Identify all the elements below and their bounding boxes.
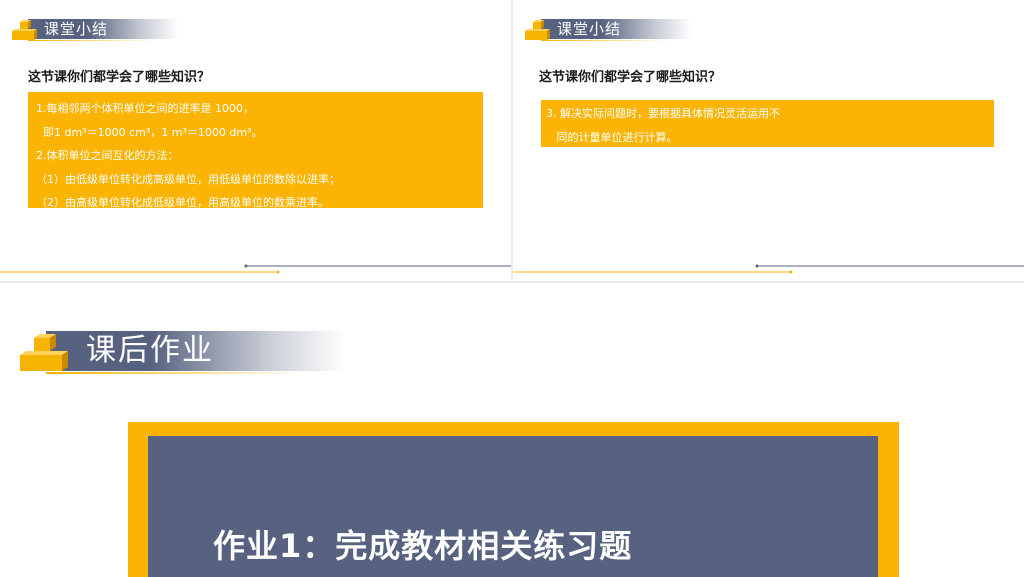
homework-slide[interactable]: 课后作业 作业1：完成教材相关练习题 — [0, 283, 1024, 577]
footer-decoration — [513, 264, 1024, 274]
summary-line: 1.每相邻两个体积单位之间的进率是 1000， — [36, 102, 254, 115]
header-underline — [46, 372, 306, 374]
summary-slide-2[interactable]: 课堂小结 这节课你们都学会了哪些知识？ 3. 解决实际问题时，要根据具体情况灵活… — [513, 0, 1024, 281]
summary-slide-1[interactable]: 课堂小结 这节课你们都学会了哪些知识？ 1.每相邻两个体积单位之间的进率是 10… — [0, 0, 511, 281]
section-header: 课堂小结 — [525, 17, 691, 41]
stacked-cubes-icon — [525, 20, 550, 40]
section-title: 课堂小结 — [44, 20, 109, 38]
stacked-cubes-icon — [12, 20, 37, 40]
question-text: 这节课你们都学会了哪些知识？ — [28, 70, 211, 85]
summary-box: 1.每相邻两个体积单位之间的进率是 1000， 即1 dm³＝1000 cm³，… — [28, 92, 483, 209]
summary-line: 即1 dm³＝1000 cm³，1 m³＝1000 dm³。 — [36, 125, 263, 139]
section-title: 课后作业 — [86, 333, 214, 368]
summary-box: 3. 解决实际问题时，要根据具体情况灵活运用不 同的计量单位进行计算。 — [541, 100, 994, 147]
header-underline — [541, 40, 671, 41]
summary-line: 同的计量单位进行计算。 — [546, 130, 678, 144]
summary-line: （1）由低级单位转化成高级单位，用低级单位的数除以进率； — [36, 172, 340, 186]
summary-line: 3. 解决实际问题时，要根据具体情况灵活运用不 — [546, 107, 780, 120]
header-underline — [28, 40, 158, 41]
summary-line: （2）由高级单位转化成低级单位，用高级单位的数乘进率。 — [36, 196, 329, 209]
section-title: 课堂小结 — [557, 20, 622, 38]
stacked-cubes-icon — [20, 334, 68, 371]
footer-decoration — [0, 264, 511, 274]
homework-text: 作业1：完成教材相关练习题 — [213, 527, 633, 565]
question-text: 这节课你们都学会了哪些知识？ — [539, 70, 722, 85]
summary-line: 2.体积单位之间互化的方法： — [36, 149, 179, 162]
section-header: 课堂小结 — [12, 17, 178, 41]
section-header: 课后作业 — [20, 329, 346, 375]
